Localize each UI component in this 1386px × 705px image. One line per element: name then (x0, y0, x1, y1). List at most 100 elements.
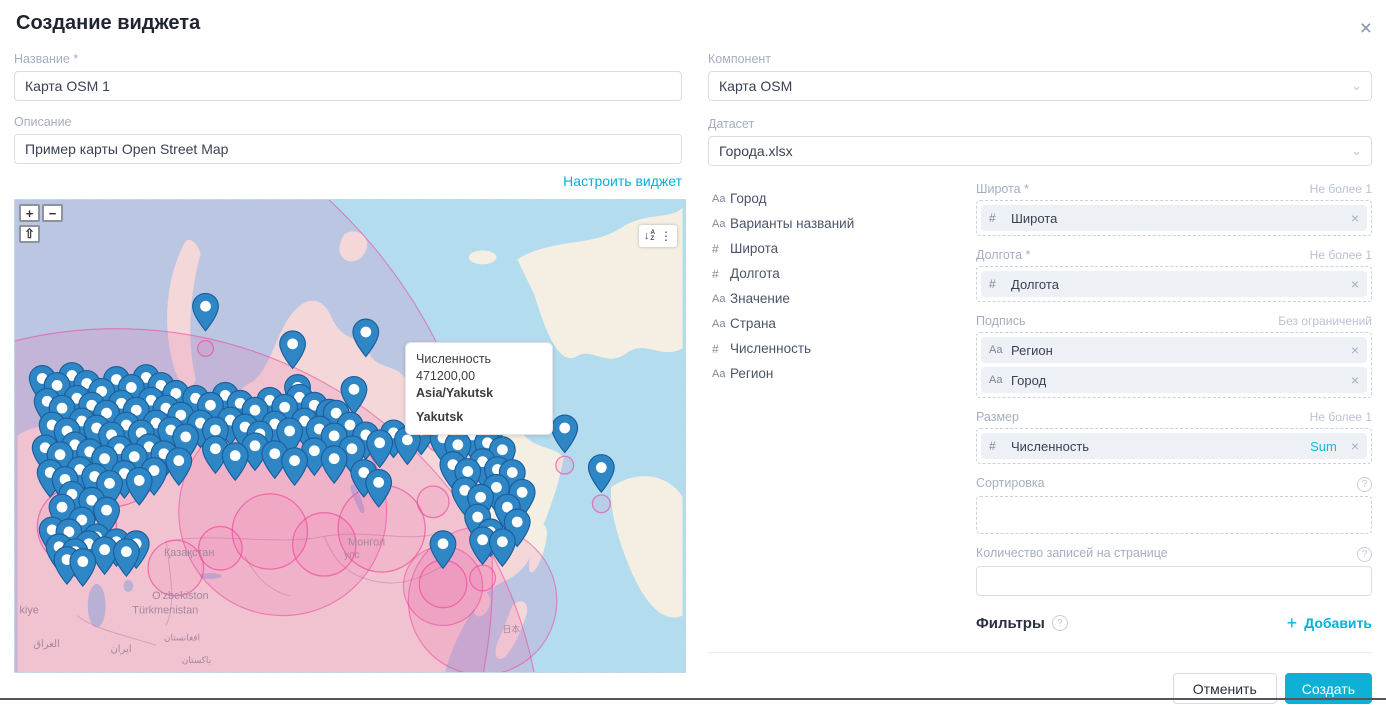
zone-dropbox[interactable]: #Долгота× (976, 266, 1372, 302)
map-place-label: باكستان (182, 655, 211, 665)
tooltip-timezone: Asia/Yakutsk (416, 385, 542, 402)
field-item[interactable]: AaВарианты названий (708, 211, 976, 236)
field-name: Город (730, 191, 767, 206)
field-item[interactable]: AaЗначение (708, 286, 976, 311)
zone-dropbox[interactable]: Aa Регион × Aa Город × (976, 332, 1372, 398)
fit-bounds-button[interactable]: ⇧ (19, 225, 40, 243)
configure-widget-link[interactable]: Настроить виджет (563, 173, 682, 189)
field-name: Значение (730, 291, 790, 306)
dataset-label: Датасет (708, 117, 1372, 131)
help-icon[interactable]: ? (1357, 477, 1372, 492)
name-label: Название * (14, 52, 682, 66)
zone-label: Подпись (976, 314, 1025, 328)
tooltip-city: Yakutsk (416, 409, 542, 426)
zoom-in-button[interactable]: + (19, 204, 40, 222)
help-icon[interactable]: ? (1357, 547, 1372, 562)
field-chip[interactable]: #Широта× (981, 205, 1367, 231)
description-label: Описание (14, 115, 682, 129)
sorting-dropbox[interactable] (976, 496, 1372, 534)
field-type-icon: Aa (708, 368, 730, 380)
map-place-label: улс (344, 550, 359, 561)
page-size-label: Количество записей на странице (976, 546, 1168, 560)
chip-aggregation[interactable]: Sum (1310, 439, 1337, 454)
sorting-zone: Сортировка ? (976, 476, 1372, 534)
chip-name: Широта (1011, 211, 1057, 226)
map-place-label: Қазақстан (164, 547, 214, 559)
zone-label: Широта * (976, 182, 1029, 196)
field-list: AaГородAaВарианты названий#Широта#Долгот… (708, 182, 976, 386)
zone-label: Долгота * (976, 248, 1030, 262)
field-item[interactable]: #Численность (708, 336, 976, 361)
field-chip[interactable]: Aa Город × (981, 367, 1367, 393)
field-chip[interactable]: # Численность Sum × (981, 433, 1367, 459)
zone-dropbox[interactable]: #Широта× (976, 200, 1372, 236)
chip-name: Численность (1011, 439, 1089, 454)
chip-remove-icon[interactable]: × (1351, 372, 1359, 388)
component-label: Компонент (708, 52, 1372, 66)
field-type-icon: Aa (708, 318, 730, 330)
field-chip[interactable]: #Долгота× (981, 271, 1367, 297)
field-item[interactable]: #Широта (708, 236, 976, 261)
close-icon[interactable]: × (1360, 18, 1372, 39)
map-tooltip: Численность 471200,00 Asia/Yakutsk Yakut… (405, 342, 553, 435)
map-place-label: 日本 (502, 623, 520, 634)
map-svg: Қазақстан O'zbekiston Türkmenistan Монгол ул… (15, 200, 685, 672)
right-column: Компонент ⌄ Датасет ⌄ AaГородAaВарианты … (708, 52, 1372, 704)
field-name: Страна (730, 316, 776, 331)
left-column: Название * Описание Настроить виджет (14, 52, 682, 673)
name-input[interactable] (14, 71, 682, 101)
chip-remove-icon[interactable]: × (1351, 276, 1359, 292)
page-size-input[interactable] (976, 566, 1372, 596)
field-type-icon: Aa (708, 293, 730, 305)
plus-icon: + (1287, 614, 1298, 632)
chip-type-icon: Aa (989, 344, 1007, 356)
description-input[interactable] (14, 134, 682, 164)
component-select[interactable] (708, 71, 1372, 101)
map-place-label: افغانستان (164, 632, 200, 642)
field-item[interactable]: #Долгота (708, 261, 976, 286)
field-item[interactable]: AaРегион (708, 361, 976, 386)
field-name: Долгота (730, 266, 780, 281)
map-place-label: Türkmenistan (132, 605, 198, 617)
zone-limit: Не более 1 (1310, 248, 1372, 262)
zoom-out-button[interactable]: − (42, 204, 63, 222)
field-name: Широта (730, 241, 778, 256)
map-place-label: Монгол (348, 536, 385, 548)
chip-type-icon: # (989, 439, 1007, 453)
field-item[interactable]: AaГород (708, 186, 976, 211)
map-place-label: O'zbekiston (152, 590, 208, 602)
field-type-icon: Aa (708, 218, 730, 230)
drop-zone: Размер Не более 1 # Численность Sum × (976, 410, 1372, 464)
menu-dots-icon[interactable]: ⋮ (660, 229, 672, 243)
field-name: Численность (730, 341, 811, 356)
dataset-select[interactable] (708, 136, 1372, 166)
map-preview[interactable]: Қазақстан O'zbekiston Türkmenistan Монгол ул… (14, 199, 686, 673)
tooltip-metric-value: 471200,00 (416, 369, 475, 383)
chip-type-icon: Aa (989, 374, 1007, 386)
chip-name: Город (1011, 373, 1046, 388)
field-name: Регион (730, 366, 773, 381)
zone-limit: Без ограничений (1278, 314, 1372, 328)
add-filter-button[interactable]: + Добавить (1287, 614, 1372, 632)
field-item[interactable]: AaСтрана (708, 311, 976, 336)
sort-az-icon[interactable]: ↓ AZ (644, 230, 655, 243)
drop-zone: Подпись Без ограничений Aa Регион × Aa Город × (976, 314, 1372, 398)
chip-remove-icon[interactable]: × (1351, 210, 1359, 226)
field-type-icon: # (708, 267, 730, 281)
help-icon[interactable]: ? (1052, 615, 1068, 631)
dialog-title: Создание виджета (16, 12, 200, 35)
zones-container: Широта * Не более 1 # Широта × Долгота * Не бо… (976, 182, 1372, 464)
sorting-label: Сортировка (976, 476, 1045, 490)
field-chip[interactable]: Aa Регион × (981, 337, 1367, 363)
zone-dropbox[interactable]: # Численность Sum × (976, 428, 1372, 464)
zone-limit: Не более 1 (1310, 410, 1372, 424)
field-type-icon: Aa (708, 193, 730, 205)
drop-zone: Долгота * Не более 1 #Долгота× (976, 248, 1372, 302)
chip-remove-icon[interactable]: × (1351, 438, 1359, 454)
chip-remove-icon[interactable]: × (1351, 342, 1359, 358)
zone-label: Размер (976, 410, 1019, 424)
field-type-icon: # (708, 242, 730, 256)
map-place-label: kiye (20, 605, 39, 617)
chip-name: Регион (1011, 343, 1053, 358)
map-toolbar[interactable]: ↓ AZ ⋮ (639, 225, 677, 247)
